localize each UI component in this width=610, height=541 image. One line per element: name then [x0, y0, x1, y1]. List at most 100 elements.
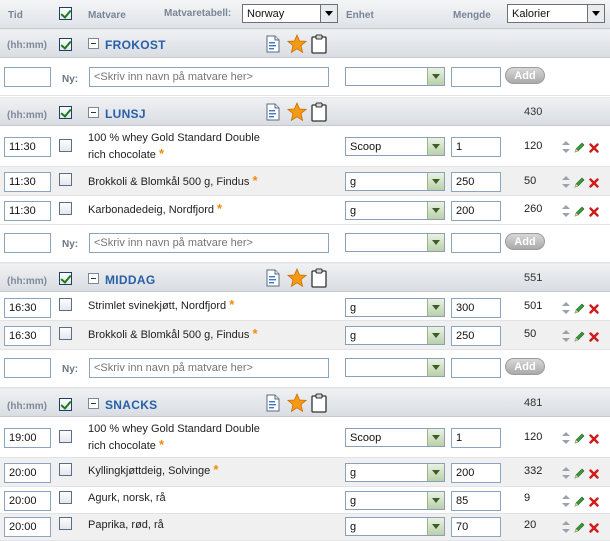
time-input[interactable] [4, 326, 51, 346]
unit-select[interactable]: g [345, 201, 445, 220]
row-checkbox[interactable] [59, 298, 72, 311]
select-all-checkbox[interactable] [59, 7, 72, 20]
clipboard-icon[interactable] [311, 102, 327, 122]
copy-list-icon[interactable] [266, 35, 280, 53]
row-checkbox[interactable] [59, 463, 72, 476]
metric-select[interactable]: Kalorier [507, 4, 605, 23]
time-input[interactable] [4, 517, 51, 537]
amount-input[interactable] [451, 517, 501, 537]
meal-checkbox[interactable] [59, 272, 72, 285]
chevron-down-icon[interactable] [427, 464, 444, 481]
row-checkbox[interactable] [59, 491, 72, 504]
amount-input[interactable] [451, 298, 501, 318]
row-checkbox[interactable] [59, 202, 72, 215]
edit-pencil-icon[interactable] [574, 177, 585, 188]
row-checkbox[interactable] [59, 517, 72, 530]
delete-icon[interactable] [589, 304, 599, 314]
row-checkbox[interactable] [59, 139, 72, 152]
amount-input[interactable] [451, 172, 501, 192]
edit-pencil-icon[interactable] [574, 522, 585, 533]
amount-input[interactable] [451, 326, 501, 346]
chevron-down-icon[interactable] [427, 429, 444, 446]
move-up-down-icon[interactable] [562, 521, 570, 533]
edit-pencil-icon[interactable] [574, 496, 585, 507]
clipboard-icon[interactable] [311, 34, 327, 54]
chevron-down-icon[interactable] [427, 327, 444, 344]
amount-input[interactable] [451, 491, 501, 511]
row-checkbox[interactable] [59, 327, 72, 340]
delete-icon[interactable] [589, 523, 599, 533]
delete-icon[interactable] [589, 207, 599, 217]
chevron-down-icon[interactable] [427, 518, 444, 535]
move-up-down-icon[interactable] [562, 176, 570, 188]
move-up-down-icon[interactable] [562, 205, 570, 217]
chevron-down-icon[interactable] [427, 173, 444, 190]
add-button[interactable]: Add [505, 233, 545, 250]
new-amount-input[interactable] [451, 358, 501, 378]
chevron-down-icon[interactable] [427, 234, 444, 251]
unit-select[interactable]: g [345, 491, 445, 510]
delete-icon[interactable] [589, 469, 599, 479]
edit-pencil-icon[interactable] [574, 331, 585, 342]
move-up-down-icon[interactable] [562, 432, 570, 444]
move-up-down-icon[interactable] [562, 467, 570, 479]
new-time-input[interactable] [4, 67, 51, 87]
favorite-star-icon[interactable] [287, 393, 307, 413]
favorite-star-icon[interactable] [287, 34, 307, 54]
time-input[interactable] [4, 298, 51, 318]
unit-select[interactable]: g [345, 463, 445, 482]
edit-pencil-icon[interactable] [574, 433, 585, 444]
collapse-minus-icon[interactable] [88, 398, 99, 409]
chevron-down-icon[interactable] [427, 202, 444, 219]
new-amount-input[interactable] [451, 67, 501, 87]
time-input[interactable] [4, 491, 51, 511]
meal-checkbox[interactable] [59, 106, 72, 119]
move-up-down-icon[interactable] [562, 495, 570, 507]
unit-select[interactable]: g [345, 298, 445, 317]
new-food-name-input[interactable] [89, 233, 329, 253]
time-input[interactable] [4, 172, 51, 192]
edit-pencil-icon[interactable] [574, 206, 585, 217]
copy-list-icon[interactable] [266, 269, 280, 287]
unit-select[interactable]: Scoop [345, 137, 445, 156]
collapse-minus-icon[interactable] [88, 38, 99, 49]
chevron-down-icon[interactable] [427, 359, 444, 376]
amount-input[interactable] [451, 201, 501, 221]
amount-input[interactable] [451, 428, 501, 448]
delete-icon[interactable] [589, 434, 599, 444]
amount-input[interactable] [451, 463, 501, 483]
chevron-down-icon[interactable] [427, 492, 444, 509]
add-button[interactable]: Add [505, 67, 545, 84]
delete-icon[interactable] [589, 497, 599, 507]
new-unit-select[interactable] [345, 233, 445, 252]
chevron-down-icon[interactable] [427, 138, 444, 155]
unit-select[interactable]: g [345, 326, 445, 345]
meal-checkbox[interactable] [59, 398, 72, 411]
new-time-input[interactable] [4, 358, 51, 378]
chevron-down-icon[interactable] [320, 5, 337, 22]
time-input[interactable] [4, 463, 51, 483]
delete-icon[interactable] [589, 332, 599, 342]
add-button[interactable]: Add [505, 358, 545, 375]
new-unit-select[interactable] [345, 358, 445, 377]
clipboard-icon[interactable] [311, 268, 327, 288]
move-up-down-icon[interactable] [562, 330, 570, 342]
amount-input[interactable] [451, 137, 501, 157]
unit-select[interactable]: g [345, 172, 445, 191]
new-food-name-input[interactable] [89, 358, 329, 378]
copy-list-icon[interactable] [266, 394, 280, 412]
collapse-minus-icon[interactable] [88, 273, 99, 284]
chevron-down-icon[interactable] [427, 68, 444, 85]
move-up-down-icon[interactable] [562, 302, 570, 314]
meal-checkbox[interactable] [59, 38, 72, 51]
new-amount-input[interactable] [451, 233, 501, 253]
row-checkbox[interactable] [59, 430, 72, 443]
chevron-down-icon[interactable] [587, 5, 604, 22]
new-food-name-input[interactable] [89, 67, 329, 87]
move-up-down-icon[interactable] [562, 141, 570, 153]
matvaretabell-select[interactable]: Norway [242, 4, 338, 23]
favorite-star-icon[interactable] [287, 268, 307, 288]
favorite-star-icon[interactable] [287, 102, 307, 122]
edit-pencil-icon[interactable] [574, 303, 585, 314]
delete-icon[interactable] [589, 143, 599, 153]
